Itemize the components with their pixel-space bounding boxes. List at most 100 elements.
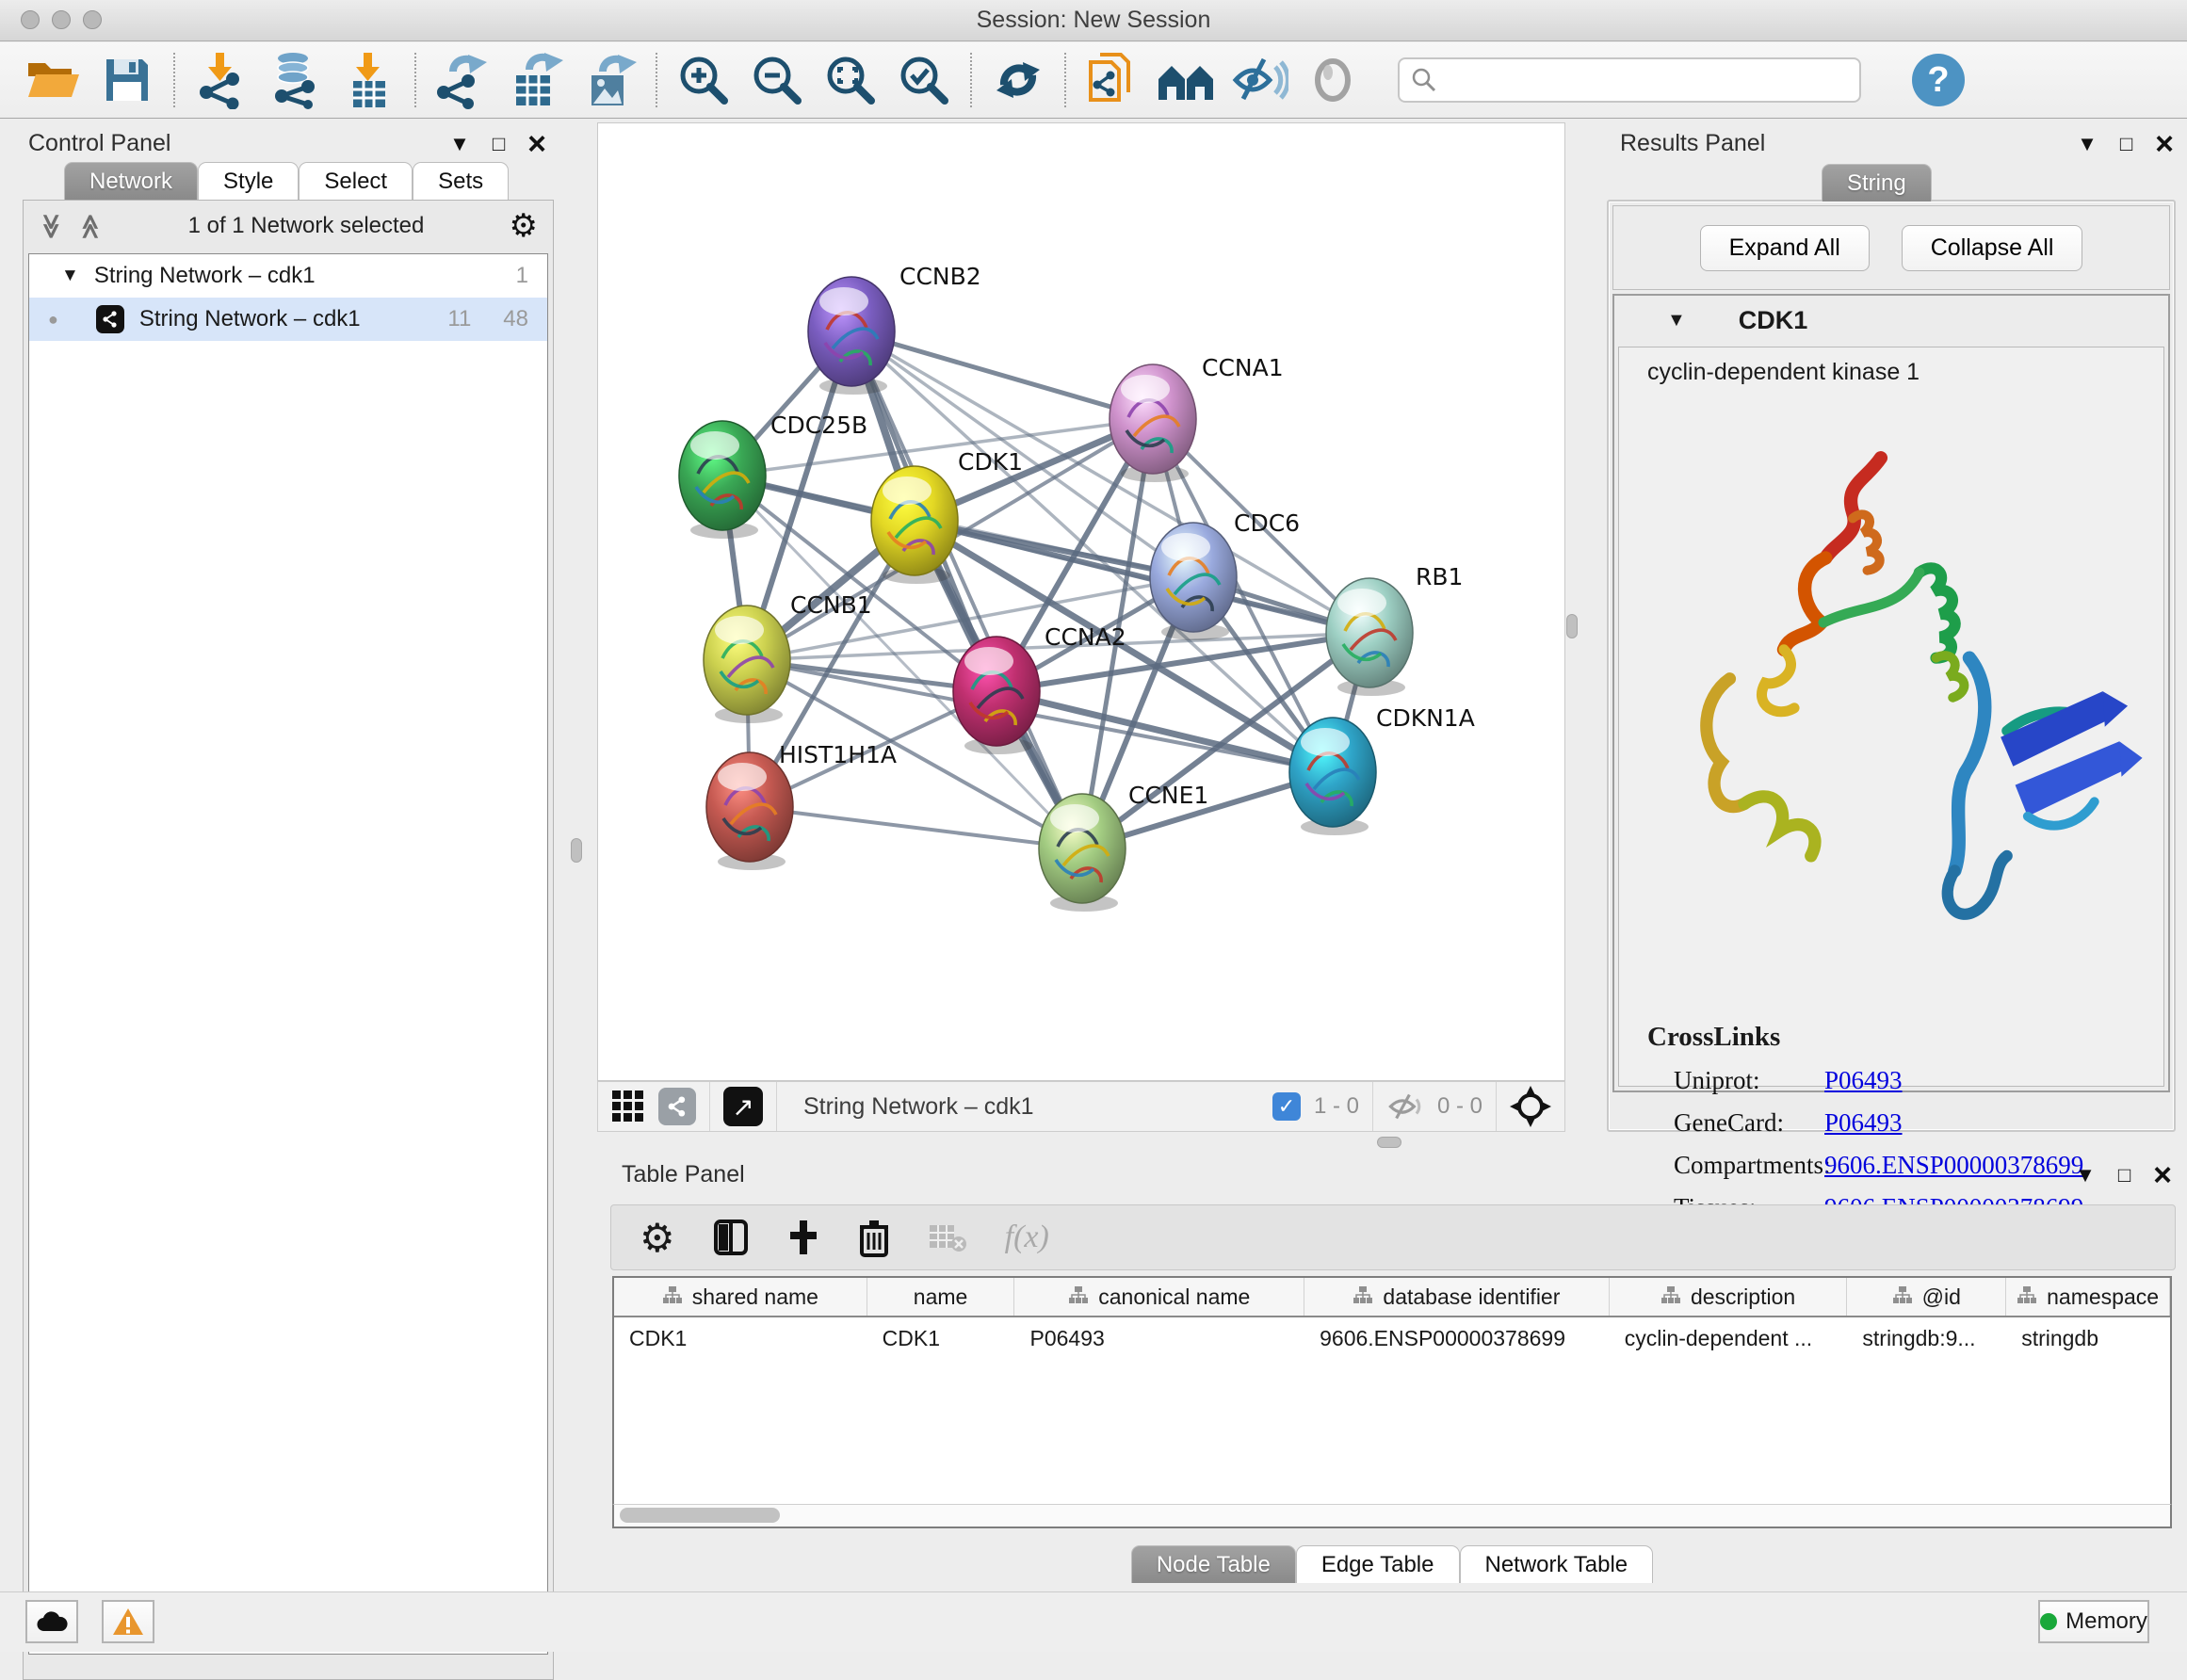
network-node-CCNA1[interactable] [1110,364,1196,482]
cloud-status-button[interactable] [25,1600,78,1643]
add-column-icon[interactable] [786,1219,820,1256]
table-cell[interactable]: P06493 [1014,1317,1304,1359]
string-style-icon[interactable] [658,1088,696,1125]
tab-style[interactable]: Style [198,162,299,200]
import-table-file-button[interactable] [332,49,405,111]
collapse-all-networks-icon[interactable]: ≫ [75,213,105,238]
network-node-CDKN1A[interactable] [1289,718,1376,835]
zoom-fit-button[interactable] [814,49,887,111]
gene-disclosure-icon[interactable]: ▼ [1667,310,1686,331]
column-header-namespace[interactable]: namespace [2006,1278,2170,1316]
open-session-button[interactable] [17,49,90,111]
network-edge-HIST1H1A-CCNE1[interactable] [750,807,1082,848]
selected-items-checkbox-icon[interactable]: ✓ [1272,1092,1301,1121]
network-node-CCNB1[interactable] [704,606,790,723]
show-columns-icon[interactable] [713,1219,749,1256]
table-cell[interactable]: stringdb [2006,1317,2170,1359]
panel-menu-icon[interactable]: ▼ [2077,132,2098,156]
column-header-database-identifier[interactable]: database identifier [1304,1278,1610,1316]
export-image-button[interactable] [573,49,646,111]
crosslink-link[interactable]: P06493 [1824,1066,1903,1095]
network-node-HIST1H1A[interactable] [706,752,793,870]
panel-menu-icon[interactable]: ▼ [449,132,470,156]
left-splitter-handle[interactable] [571,838,582,863]
panel-close-icon[interactable]: × [527,134,546,154]
delete-column-trash-icon[interactable] [858,1218,890,1257]
table-cell[interactable]: 9606.ENSP00000378699 [1304,1317,1610,1359]
zoom-window-button[interactable] [83,10,102,29]
tab-string[interactable]: String [1822,164,1932,202]
show-hide-button[interactable] [1223,49,1296,111]
column-header-canonical-name[interactable]: canonical name [1014,1278,1304,1316]
expand-all-button[interactable]: Expand All [1700,225,1870,271]
table-cell[interactable]: CDK1 [614,1317,867,1359]
network-node-CCNB2[interactable] [808,277,895,395]
save-session-button[interactable] [90,49,164,111]
tab-network[interactable]: Network [64,162,198,200]
table-row[interactable]: CDK1CDK1P064939606.ENSP00000378699cyclin… [614,1317,2170,1359]
zoom-in-button[interactable] [667,49,740,111]
network-edge-CCNB2-CCNE1[interactable] [851,331,1082,848]
minimize-window-button[interactable] [52,10,71,29]
node-label-CDC25B: CDC25B [770,412,867,439]
help-button[interactable]: ? [1912,54,1965,106]
import-network-file-button[interactable] [185,49,258,111]
clone-network-button[interactable] [1076,49,1149,111]
node-label-HIST1H1A: HIST1H1A [779,741,897,768]
birdseye-grid-icon[interactable] [611,1090,645,1123]
open-in-window-icon[interactable]: ↗ [723,1087,763,1126]
scrollbar-thumb[interactable] [620,1508,780,1523]
bottom-splitter-handle[interactable] [1377,1137,1401,1148]
export-table-button[interactable] [499,49,573,111]
export-network-button[interactable] [426,49,499,111]
network-node-CDC25B[interactable] [679,421,766,539]
column-header-description[interactable]: description [1610,1278,1848,1316]
table-cell[interactable]: CDK1 [867,1317,1015,1359]
search-input[interactable] [1445,67,1840,93]
expand-all-networks-icon[interactable]: ≫ [37,213,66,238]
grey-eye-button[interactable] [1296,49,1369,111]
collection-disclosure-icon[interactable]: ▼ [61,266,79,286]
fit-content-crosshair-icon[interactable] [1510,1086,1551,1127]
panel-float-icon[interactable]: □ [2120,132,2132,156]
gene-section-header[interactable]: ▼ CDK1 [1614,296,2168,345]
right-splitter-handle[interactable] [1566,614,1578,638]
network-options-gear-icon[interactable]: ⚙ [510,207,538,245]
import-network-database-button[interactable] [258,49,332,111]
panel-menu-icon[interactable]: ▼ [2075,1163,2096,1187]
panel-float-icon[interactable]: □ [2118,1163,2130,1187]
table-settings-gear-icon[interactable]: ⚙ [640,1215,675,1261]
tab-sets[interactable]: Sets [413,162,509,200]
network-node-CCNE1[interactable] [1039,794,1126,912]
memory-button[interactable]: Memory [2038,1600,2149,1643]
table-horizontal-scrollbar[interactable] [612,1504,2172,1528]
collapse-all-button[interactable]: Collapse All [1902,225,2083,271]
tab-network-table[interactable]: Network Table [1460,1545,1654,1583]
network-view-canvas[interactable]: CCNB2CCNA1CDC25BCDK1CDC6RB1CCNB1CCNA2CDK… [597,122,1565,1081]
hidden-items-eye-icon [1386,1092,1424,1121]
panel-close-icon[interactable]: × [2153,1165,2172,1186]
column-header-name[interactable]: name [867,1278,1015,1316]
column-header-shared-name[interactable]: shared name [614,1278,867,1316]
warnings-button[interactable] [102,1600,154,1643]
first-neighbors-button[interactable] [1149,49,1223,111]
zoom-out-button[interactable] [740,49,814,111]
zoom-selected-button[interactable] [887,49,961,111]
close-window-button[interactable] [21,10,40,29]
network-collection-row[interactable]: ▼ String Network – cdk1 1 [29,254,547,298]
tab-edge-table[interactable]: Edge Table [1296,1545,1460,1583]
tab-node-table[interactable]: Node Table [1131,1545,1296,1583]
panel-float-icon[interactable]: □ [493,132,505,156]
crosslink-link[interactable]: P06493 [1824,1108,1903,1138]
table-cell[interactable]: cyclin-dependent ... [1610,1317,1848,1359]
column-header--id[interactable]: @id [1847,1278,2006,1316]
node-label-CCNB1: CCNB1 [790,591,872,619]
panel-close-icon[interactable]: × [2155,134,2174,154]
network-row[interactable]: ● String Network – cdk1 11 48 [29,298,547,341]
table-cell[interactable]: stringdb:9... [1847,1317,2006,1359]
refresh-view-button[interactable] [981,49,1055,111]
zoom-fit-icon [822,52,879,108]
network-edge-CCNB2-CCNA1[interactable] [851,331,1153,419]
tab-select[interactable]: Select [299,162,413,200]
network-node-RB1[interactable] [1326,578,1413,696]
